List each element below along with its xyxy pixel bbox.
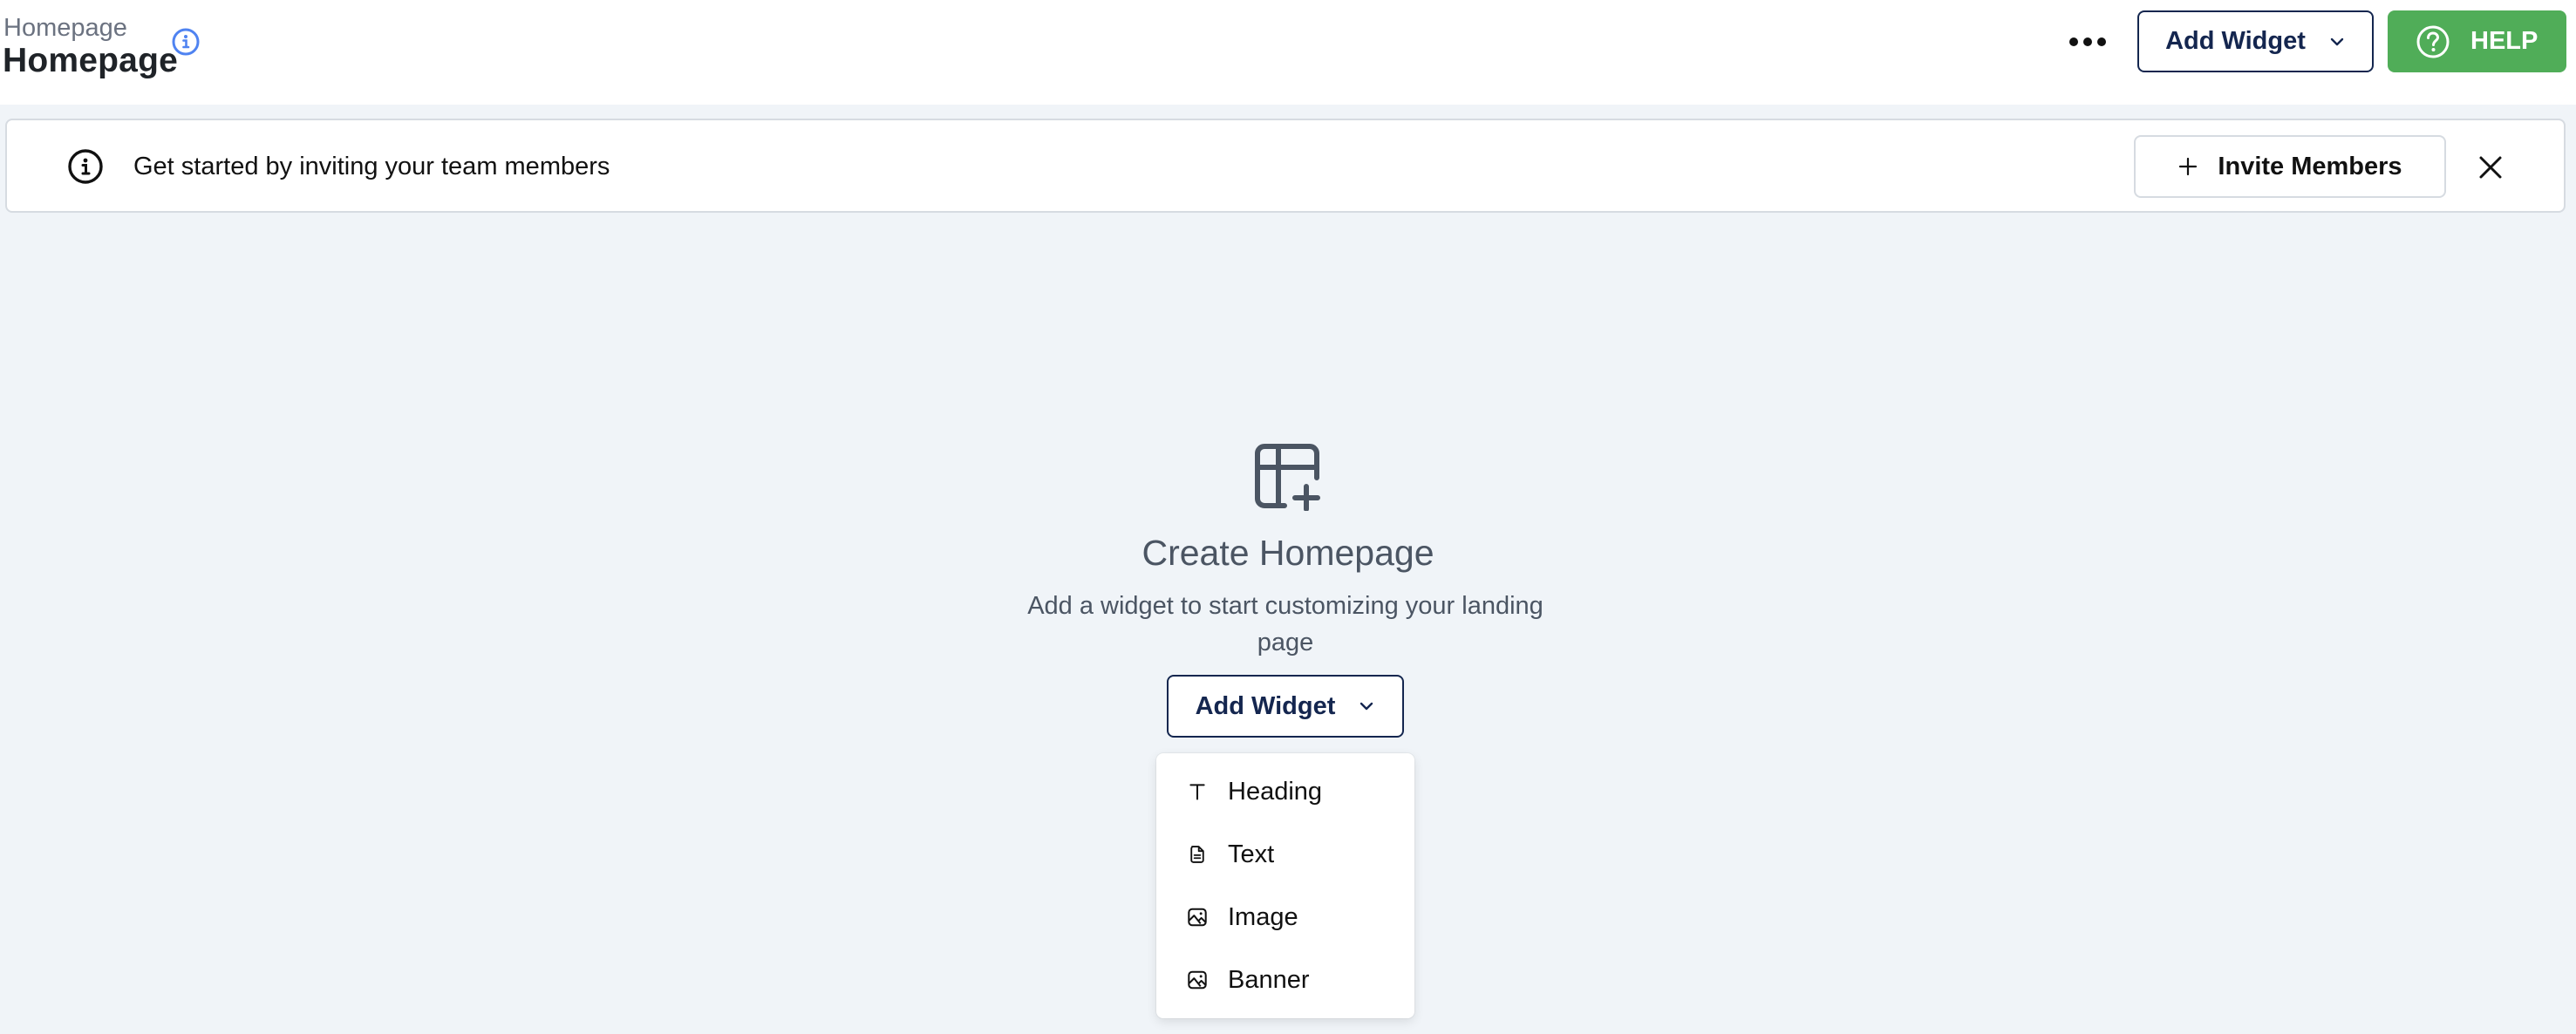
add-widget-label: Add Widget xyxy=(2165,27,2306,55)
page-header: Homepage Homepage Add Widget HELP xyxy=(0,0,2576,105)
breadcrumb[interactable]: Homepage xyxy=(3,12,127,44)
menu-item-label: Banner xyxy=(1228,965,1310,994)
homepage-editor: Homepage Homepage Add Widget HELP Get st… xyxy=(0,0,2576,1034)
more-options-button[interactable] xyxy=(2063,24,2112,59)
image-icon xyxy=(1186,969,1209,991)
menu-item-label: Text xyxy=(1228,840,1275,868)
empty-state-subtitle: Add a widget to start customizing your l… xyxy=(1027,592,1544,656)
help-button[interactable]: HELP xyxy=(2388,10,2566,72)
menu-item-text[interactable]: Text xyxy=(1156,823,1414,886)
dot-icon xyxy=(2083,37,2092,46)
info-icon xyxy=(68,149,103,184)
add-widget-dropdown-button[interactable]: Add Widget xyxy=(1167,675,1404,738)
chevron-down-icon xyxy=(2330,37,2344,45)
help-label: HELP xyxy=(2470,27,2539,55)
add-widget-menu: Heading Text Image Banner xyxy=(1156,753,1414,1018)
close-icon[interactable] xyxy=(2477,153,2504,181)
chevron-down-icon xyxy=(1360,702,1373,711)
document-icon xyxy=(1186,843,1209,866)
invite-members-label: Invite Members xyxy=(2218,152,2402,180)
menu-item-label: Image xyxy=(1228,902,1298,931)
empty-state-title: Create Homepage xyxy=(1141,533,1435,573)
invite-members-button[interactable]: Invite Members xyxy=(2134,135,2446,198)
plus-icon xyxy=(2179,157,2198,176)
info-icon[interactable] xyxy=(171,27,201,57)
dot-icon xyxy=(2069,37,2078,46)
dot-icon xyxy=(2097,37,2106,46)
menu-item-banner[interactable]: Banner xyxy=(1156,949,1414,1011)
page-title: Homepage xyxy=(3,42,178,79)
menu-item-heading[interactable]: Heading xyxy=(1156,760,1414,823)
image-icon xyxy=(1186,906,1209,929)
header-add-widget-button[interactable]: Add Widget xyxy=(2137,10,2374,72)
menu-item-image[interactable]: Image xyxy=(1156,886,1414,949)
table-plus-icon xyxy=(1255,444,1320,511)
add-widget-label: Add Widget xyxy=(1195,691,1336,720)
question-circle-icon xyxy=(2416,25,2450,58)
menu-item-label: Heading xyxy=(1228,777,1323,806)
invite-banner: Get started by inviting your team member… xyxy=(5,119,2566,213)
heading-icon xyxy=(1186,780,1209,803)
banner-message: Get started by inviting your team member… xyxy=(133,153,610,180)
